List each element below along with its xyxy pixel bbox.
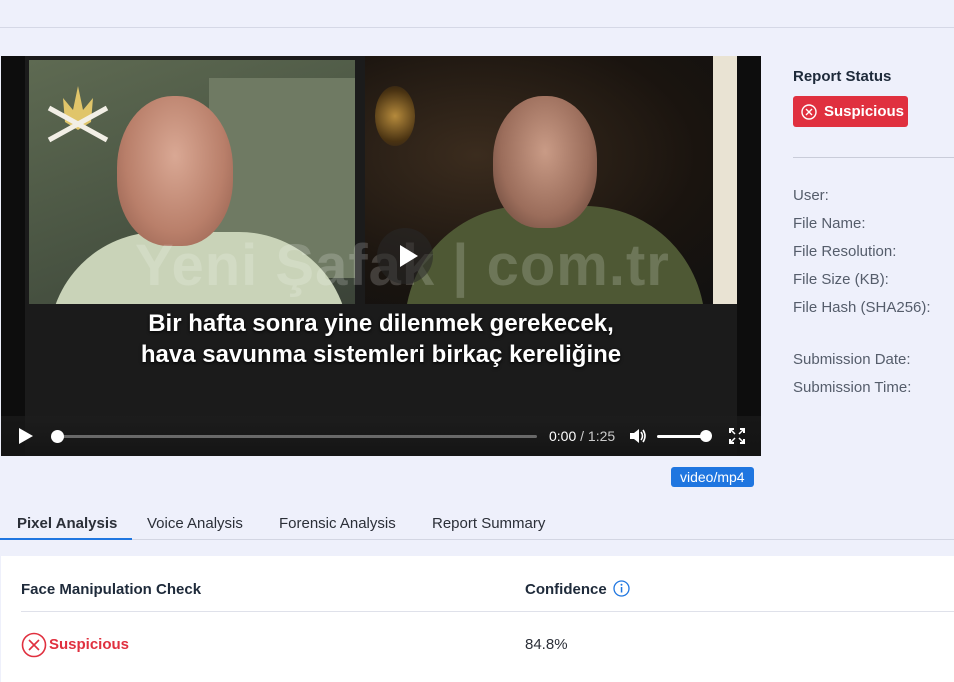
report-status-title: Report Status [793,68,892,85]
time-display: 0:00 / 1:25 [549,428,615,444]
background-wall [713,56,737,304]
confidence-value: 84.8% [525,636,568,653]
time-separator: / [580,428,585,444]
speaker-right-face [493,96,597,228]
pixel-analysis-panel: Face Manipulation Check Confidence Suspi… [1,556,954,682]
tab-forensic-analysis[interactable]: Forensic Analysis [279,515,396,532]
error-circle-icon [21,632,47,658]
analysis-tabs: Pixel Analysis Voice Analysis Forensic A… [0,511,954,541]
tab-report-summary[interactable]: Report Summary [432,515,545,532]
player-controls: 0:00 / 1:25 [1,416,761,456]
info-icon[interactable] [613,580,630,597]
seek-thumb[interactable] [51,430,64,443]
field-file-size: File Size (KB): [793,271,889,288]
speaker-left-face [117,96,233,246]
field-submission-date: Submission Date: [793,351,911,368]
error-circle-icon [801,104,817,120]
volume-icon[interactable] [629,428,647,444]
volume-thumb[interactable] [699,430,712,442]
subtitle-line-1: Bir hafta sonra yine dilenmek gerekecek, [148,310,614,337]
volume-slider[interactable] [657,430,712,442]
tabs-divider [0,539,954,540]
face-check-result: Suspicious [49,636,130,653]
active-tab-indicator [0,538,132,540]
field-user: User: [793,187,829,204]
duration: 1:25 [587,428,616,444]
video-player[interactable]: Yeni Şafak | com.tr Bir hafta sonra yine… [1,56,761,456]
tab-voice-analysis[interactable]: Voice Analysis [147,515,243,532]
seek-bar[interactable] [51,430,537,443]
trident-emblem-icon [47,86,109,143]
field-file-hash: File Hash (SHA256): [793,299,931,316]
top-divider [0,27,954,28]
video-subtitles: Bir hafta sonra yine dilenmek gerekecek,… [25,308,737,370]
background-lamp [375,86,415,146]
play-button[interactable] [19,428,33,444]
report-divider [793,157,954,158]
mime-type-badge: video/mp4 [671,467,754,487]
center-play-icon[interactable] [377,228,433,284]
tab-pixel-analysis[interactable]: Pixel Analysis [17,515,117,532]
status-badge: Suspicious [793,96,908,127]
video-frame[interactable]: Yeni Şafak | com.tr Bir hafta sonra yine… [25,56,737,456]
field-file-resolution: File Resolution: [793,243,897,260]
confidence-header: Confidence [525,581,607,598]
subtitle-line-2: hava savunma sistemleri birkaç kereliğin… [140,341,622,368]
status-badge-label: Suspicious [824,103,905,120]
field-submission-time: Submission Time: [793,379,912,396]
face-manipulation-header: Face Manipulation Check [21,581,202,598]
fullscreen-icon[interactable] [729,428,745,444]
panel-divider [21,611,954,612]
field-file-name: File Name: [793,215,866,232]
current-time: 0:00 [549,428,577,444]
